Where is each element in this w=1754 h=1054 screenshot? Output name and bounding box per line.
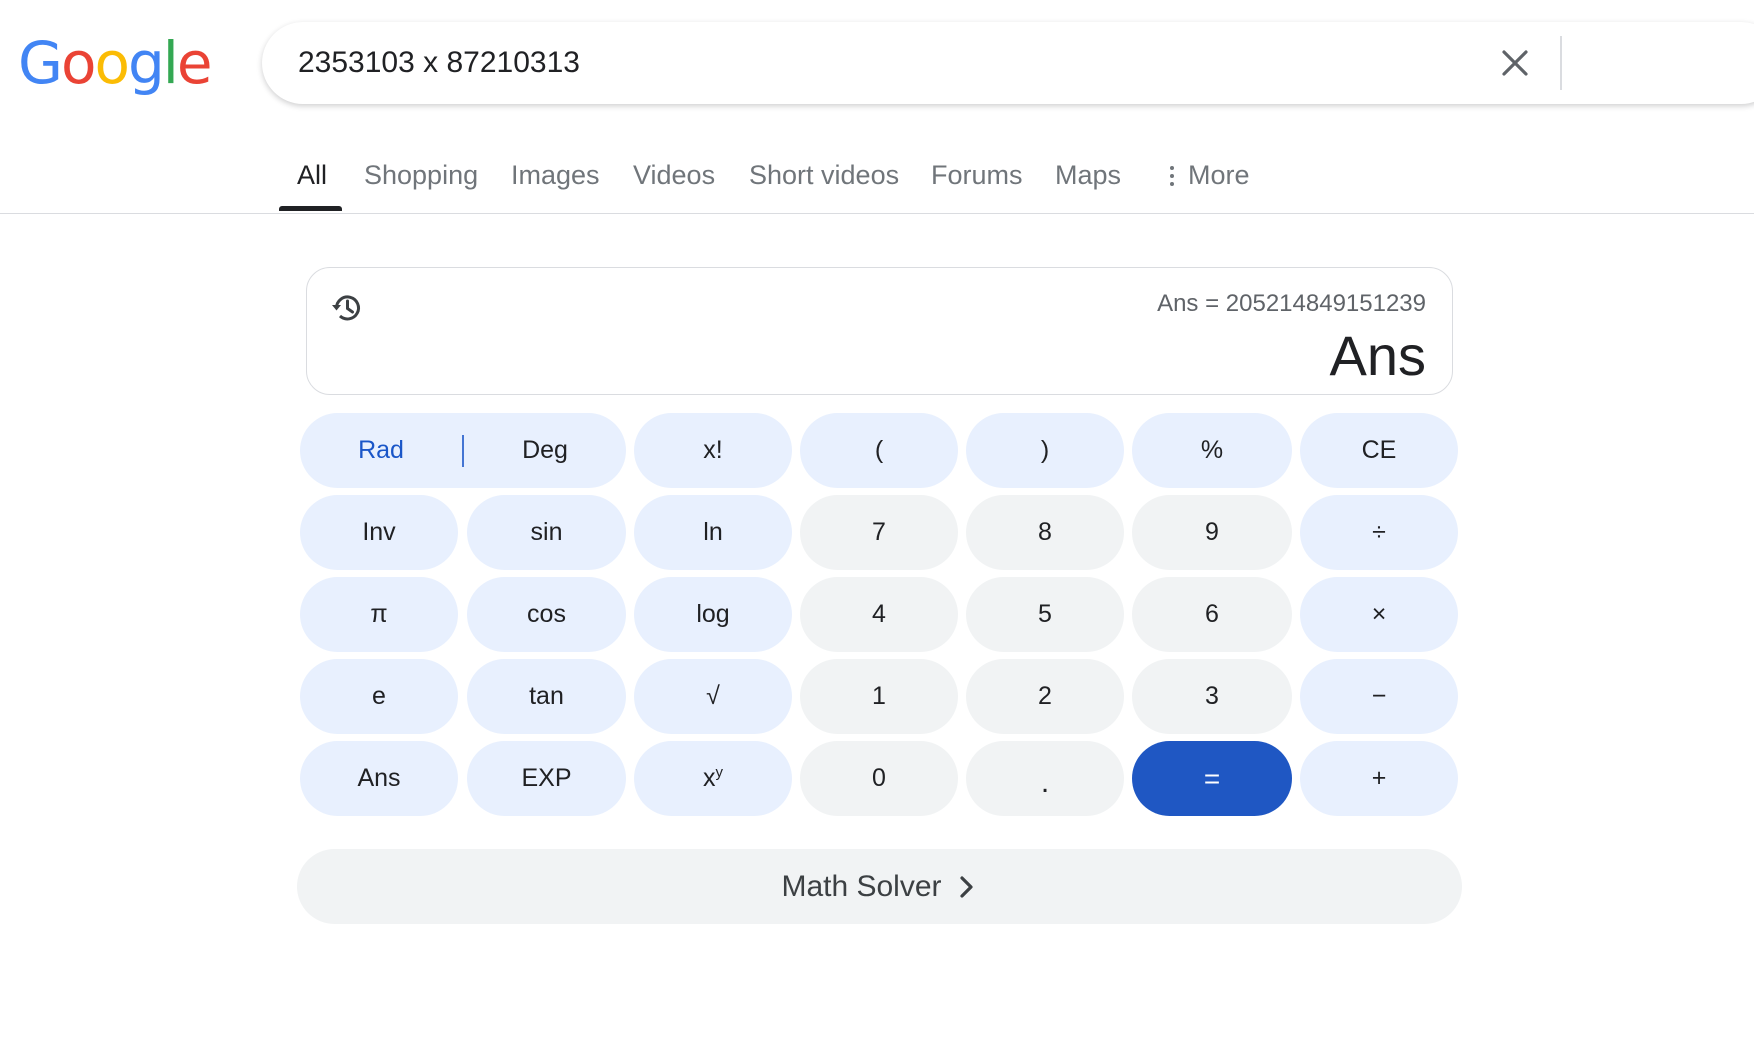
deg-button[interactable]: Deg [464,436,626,465]
euler-button[interactable]: e [300,659,458,734]
sqrt-button[interactable]: √ [634,659,792,734]
digit-0-button[interactable]: 0 [800,741,958,816]
divide-button[interactable]: ÷ [1300,495,1458,570]
logo-letter: l [162,29,179,97]
search-results-page: Google 2353103 x 87210313 All Shopping I… [0,0,1754,1054]
minus-button[interactable]: − [1300,659,1458,734]
tab-more[interactable]: More [1170,160,1250,191]
calculator-result: Ans [1329,324,1427,387]
tab-images[interactable]: Images [511,160,600,191]
logo-letter: G [18,29,63,97]
open-paren-button[interactable]: ( [800,413,958,488]
rad-deg-toggle[interactable]: Rad Deg [300,413,626,488]
history-icon[interactable] [329,290,365,326]
logo-letter: o [94,29,129,97]
pi-button[interactable]: π [300,577,458,652]
digit-2-button[interactable]: 2 [966,659,1124,734]
logo-letter: e [176,29,213,97]
power-base: x [703,764,716,792]
previous-expression: Ans = 205214849151239 [1157,290,1426,317]
tab-short-videos[interactable]: Short videos [749,160,899,191]
active-tab-indicator [279,206,342,211]
tab-more-label: More [1188,160,1250,190]
tab-shopping[interactable]: Shopping [364,160,478,191]
close-paren-button[interactable]: ) [966,413,1124,488]
tab-videos[interactable]: Videos [633,160,715,191]
tab-forums[interactable]: Forums [931,160,1023,191]
vertical-dots-icon [1170,165,1174,186]
digit-4-button[interactable]: 4 [800,577,958,652]
equals-button[interactable]: = [1132,741,1292,816]
tan-button[interactable]: tan [467,659,626,734]
math-solver-button[interactable]: Math Solver [297,849,1462,924]
log-button[interactable]: log [634,577,792,652]
tab-all[interactable]: All [297,160,327,191]
chevron-right-icon [959,875,973,898]
close-icon [1502,50,1528,76]
logo-letter: g [127,29,165,97]
cos-button[interactable]: cos [467,577,626,652]
tab-maps[interactable]: Maps [1055,160,1121,191]
ln-button[interactable]: ln [634,495,792,570]
digit-6-button[interactable]: 6 [1132,577,1292,652]
search-tabs: All Shopping Images Videos Short videos … [0,140,1754,214]
clear-entry-button[interactable]: CE [1300,413,1458,488]
digit-1-button[interactable]: 1 [800,659,958,734]
logo-letter: o [60,29,96,97]
digit-9-button[interactable]: 9 [1132,495,1292,570]
calculator-display: Ans = 205214849151239 Ans [306,267,1453,395]
power-button[interactable]: xy [634,741,792,816]
search-divider [1560,36,1562,90]
inverse-button[interactable]: Inv [300,495,458,570]
search-bar[interactable]: 2353103 x 87210313 [262,22,1754,104]
digit-7-button[interactable]: 7 [800,495,958,570]
decimal-point-button[interactable]: . [966,741,1124,816]
search-input[interactable]: 2353103 x 87210313 [298,22,580,104]
sin-button[interactable]: sin [467,495,626,570]
rad-button[interactable]: Rad [300,436,462,465]
factorial-button[interactable]: x! [634,413,792,488]
percent-button[interactable]: % [1132,413,1292,488]
plus-button[interactable]: + [1300,741,1458,816]
rad-deg-divider [462,434,464,467]
power-exponent: y [715,764,724,781]
digit-8-button[interactable]: 8 [966,495,1124,570]
multiply-button[interactable]: × [1300,577,1458,652]
google-logo[interactable]: Google [18,28,213,98]
exp-button[interactable]: EXP [467,741,626,816]
digit-3-button[interactable]: 3 [1132,659,1292,734]
clear-search-button[interactable] [1496,44,1534,82]
math-solver-label: Math Solver [781,869,942,903]
digit-5-button[interactable]: 5 [966,577,1124,652]
ans-button[interactable]: Ans [300,741,458,816]
